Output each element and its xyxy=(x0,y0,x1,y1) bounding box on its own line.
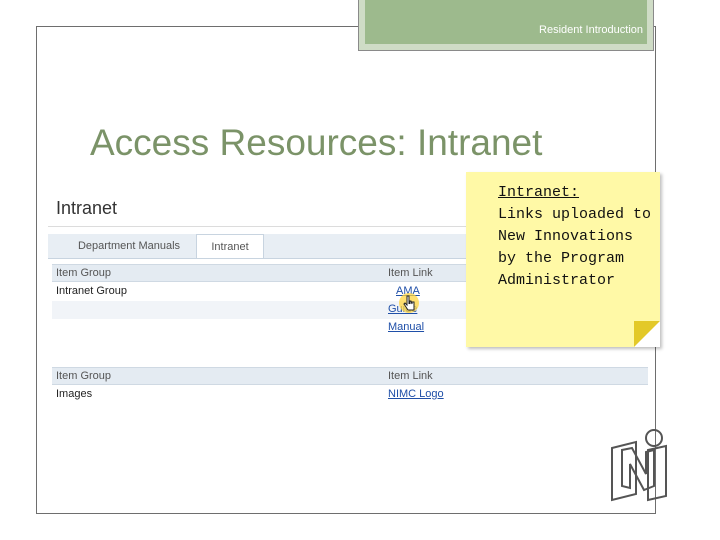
slide-title: Access Resources: Intranet xyxy=(90,122,543,163)
nimc-logo-icon xyxy=(611,429,667,502)
row-group: Intranet Group xyxy=(56,285,127,297)
tab-intranet[interactable]: Intranet xyxy=(196,234,264,258)
note-title: Intranet: xyxy=(498,184,580,201)
col-item-group: Item Group xyxy=(56,267,112,279)
link-nimc-logo[interactable]: NIMC Logo xyxy=(388,388,444,400)
header-text: Resident Introduction xyxy=(539,24,643,36)
note-body: Links uploaded to New Innovations by the… xyxy=(498,206,652,289)
header-tab-fill xyxy=(365,0,647,44)
table-row: Images NIMC Logo xyxy=(52,386,648,404)
col-item-link: Item Link xyxy=(388,370,433,382)
note-fold xyxy=(634,321,660,347)
header-tab: Resident Introduction xyxy=(358,0,654,51)
col-item-link: Item Link xyxy=(388,267,433,279)
tab-department-manuals[interactable]: Department Manuals xyxy=(64,234,194,258)
hand-cursor-icon xyxy=(399,293,419,313)
page-title: Intranet xyxy=(56,198,118,218)
link-manual[interactable]: Manual xyxy=(388,321,424,333)
row-group: Images xyxy=(56,388,93,400)
col-item-group: Item Group xyxy=(56,370,112,382)
sticky-note: Intranet: Links uploaded to New Innovati… xyxy=(466,172,660,347)
note-text: Intranet: Links uploaded to New Innovati… xyxy=(498,182,658,292)
group2-header: Item Group Item Link xyxy=(52,367,648,385)
